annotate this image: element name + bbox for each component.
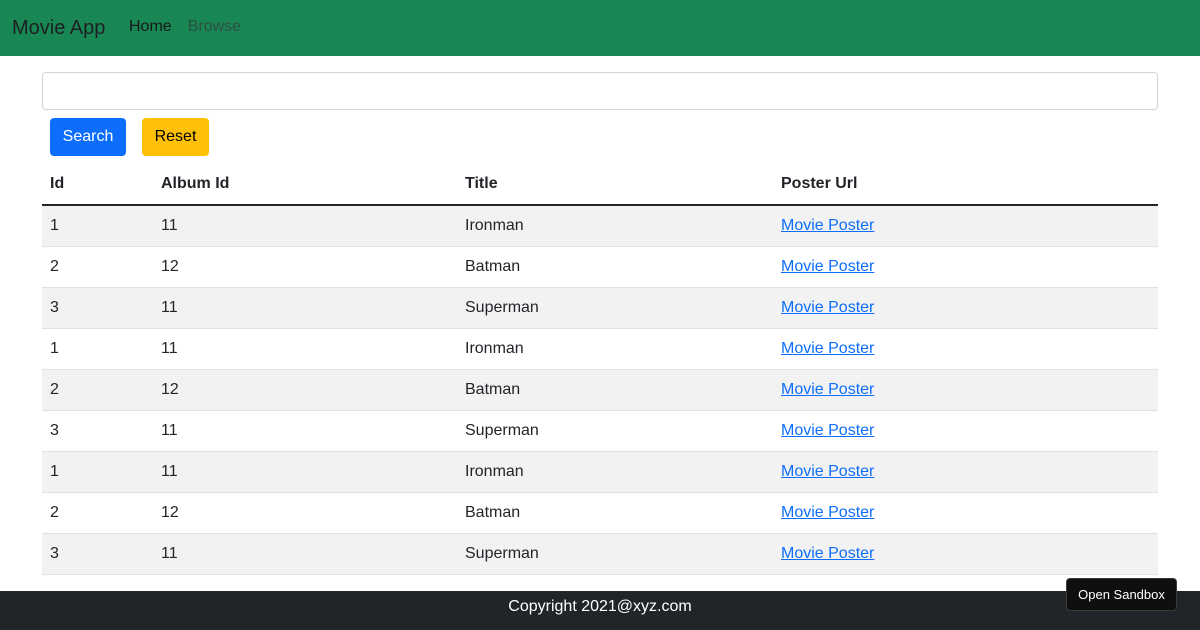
cell-album-id: 11 <box>153 451 457 493</box>
cell-poster-url: Movie Poster <box>773 533 1158 575</box>
cell-album-id: 12 <box>153 492 457 534</box>
table-row: 2 12 Batman Movie Poster <box>42 492 1158 534</box>
cell-poster-url: Movie Poster <box>773 410 1158 452</box>
cell-id: 3 <box>42 533 153 575</box>
open-sandbox-button[interactable]: Open Sandbox <box>1066 578 1177 611</box>
search-input[interactable] <box>42 72 1158 110</box>
cell-title: Superman <box>457 533 773 575</box>
cell-title: Ironman <box>457 328 773 370</box>
cell-id: 1 <box>42 451 153 493</box>
cell-album-id: 12 <box>153 369 457 411</box>
table-body: 1 11 Ironman Movie Poster 2 12 Batman Movie Pos… <box>42 205 1158 575</box>
cell-album-id: 11 <box>153 410 457 452</box>
cell-album-id: 11 <box>153 533 457 575</box>
cell-poster-url: Movie Poster <box>773 369 1158 411</box>
header-title: Title <box>457 164 773 206</box>
header-id: Id <box>42 164 153 206</box>
header-poster-url: Poster Url <box>773 164 1158 206</box>
cell-album-id: 12 <box>153 246 457 288</box>
movie-poster-link[interactable]: Movie Poster <box>781 299 874 316</box>
movie-poster-link[interactable]: Movie Poster <box>781 545 874 562</box>
table-header-row: Id Album Id Title Poster Url <box>42 164 1158 206</box>
cell-poster-url: Movie Poster <box>773 492 1158 534</box>
table-row: 1 11 Ironman Movie Poster <box>42 451 1158 493</box>
cell-title: Superman <box>457 287 773 329</box>
brand-title[interactable]: Movie App <box>12 14 105 42</box>
cell-poster-url: Movie Poster <box>773 328 1158 370</box>
nav-link-browse[interactable]: Browse <box>188 17 241 37</box>
navbar: Movie App Home Browse <box>0 0 1200 56</box>
table-row: 3 11 Superman Movie Poster <box>42 533 1158 575</box>
movies-table: Id Album Id Title Poster Url 1 11 Ironman M… <box>42 164 1158 575</box>
cell-title: Ironman <box>457 451 773 493</box>
movie-poster-link[interactable]: Movie Poster <box>781 463 874 480</box>
cell-title: Batman <box>457 369 773 411</box>
cell-title: Ironman <box>457 205 773 247</box>
table-row: 2 12 Batman Movie Poster <box>42 246 1158 288</box>
cell-id: 2 <box>42 369 153 411</box>
cell-id: 2 <box>42 246 153 288</box>
table-row: 3 11 Superman Movie Poster <box>42 287 1158 329</box>
cell-poster-url: Movie Poster <box>773 451 1158 493</box>
movie-poster-link[interactable]: Movie Poster <box>781 422 874 439</box>
cell-id: 1 <box>42 205 153 247</box>
movie-poster-link[interactable]: Movie Poster <box>781 258 874 275</box>
movie-poster-link[interactable]: Movie Poster <box>781 217 874 234</box>
movie-poster-link[interactable]: Movie Poster <box>781 340 874 357</box>
cell-id: 3 <box>42 287 153 329</box>
header-album-id: Album Id <box>153 164 457 206</box>
cell-title: Superman <box>457 410 773 452</box>
search-button[interactable]: Search <box>50 118 126 156</box>
copyright-text: Copyright 2021@xyz.com <box>508 598 692 615</box>
cell-poster-url: Movie Poster <box>773 205 1158 247</box>
table-row: 1 11 Ironman Movie Poster <box>42 328 1158 370</box>
cell-title: Batman <box>457 246 773 288</box>
nav-links: Home Browse <box>129 17 257 37</box>
cell-id: 2 <box>42 492 153 534</box>
table-row: 2 12 Batman Movie Poster <box>42 369 1158 411</box>
cell-album-id: 11 <box>153 287 457 329</box>
table-row: 1 11 Ironman Movie Poster <box>42 205 1158 247</box>
cell-album-id: 11 <box>153 328 457 370</box>
movie-poster-link[interactable]: Movie Poster <box>781 504 874 521</box>
cell-album-id: 11 <box>153 205 457 247</box>
cell-poster-url: Movie Poster <box>773 287 1158 329</box>
cell-id: 3 <box>42 410 153 452</box>
footer: Copyright 2021@xyz.com <box>0 591 1200 630</box>
table-row: 3 11 Superman Movie Poster <box>42 410 1158 452</box>
nav-link-home[interactable]: Home <box>129 17 172 37</box>
cell-id: 1 <box>42 328 153 370</box>
cell-poster-url: Movie Poster <box>773 246 1158 288</box>
reset-button[interactable]: Reset <box>142 118 209 156</box>
cell-title: Batman <box>457 492 773 534</box>
movie-poster-link[interactable]: Movie Poster <box>781 381 874 398</box>
